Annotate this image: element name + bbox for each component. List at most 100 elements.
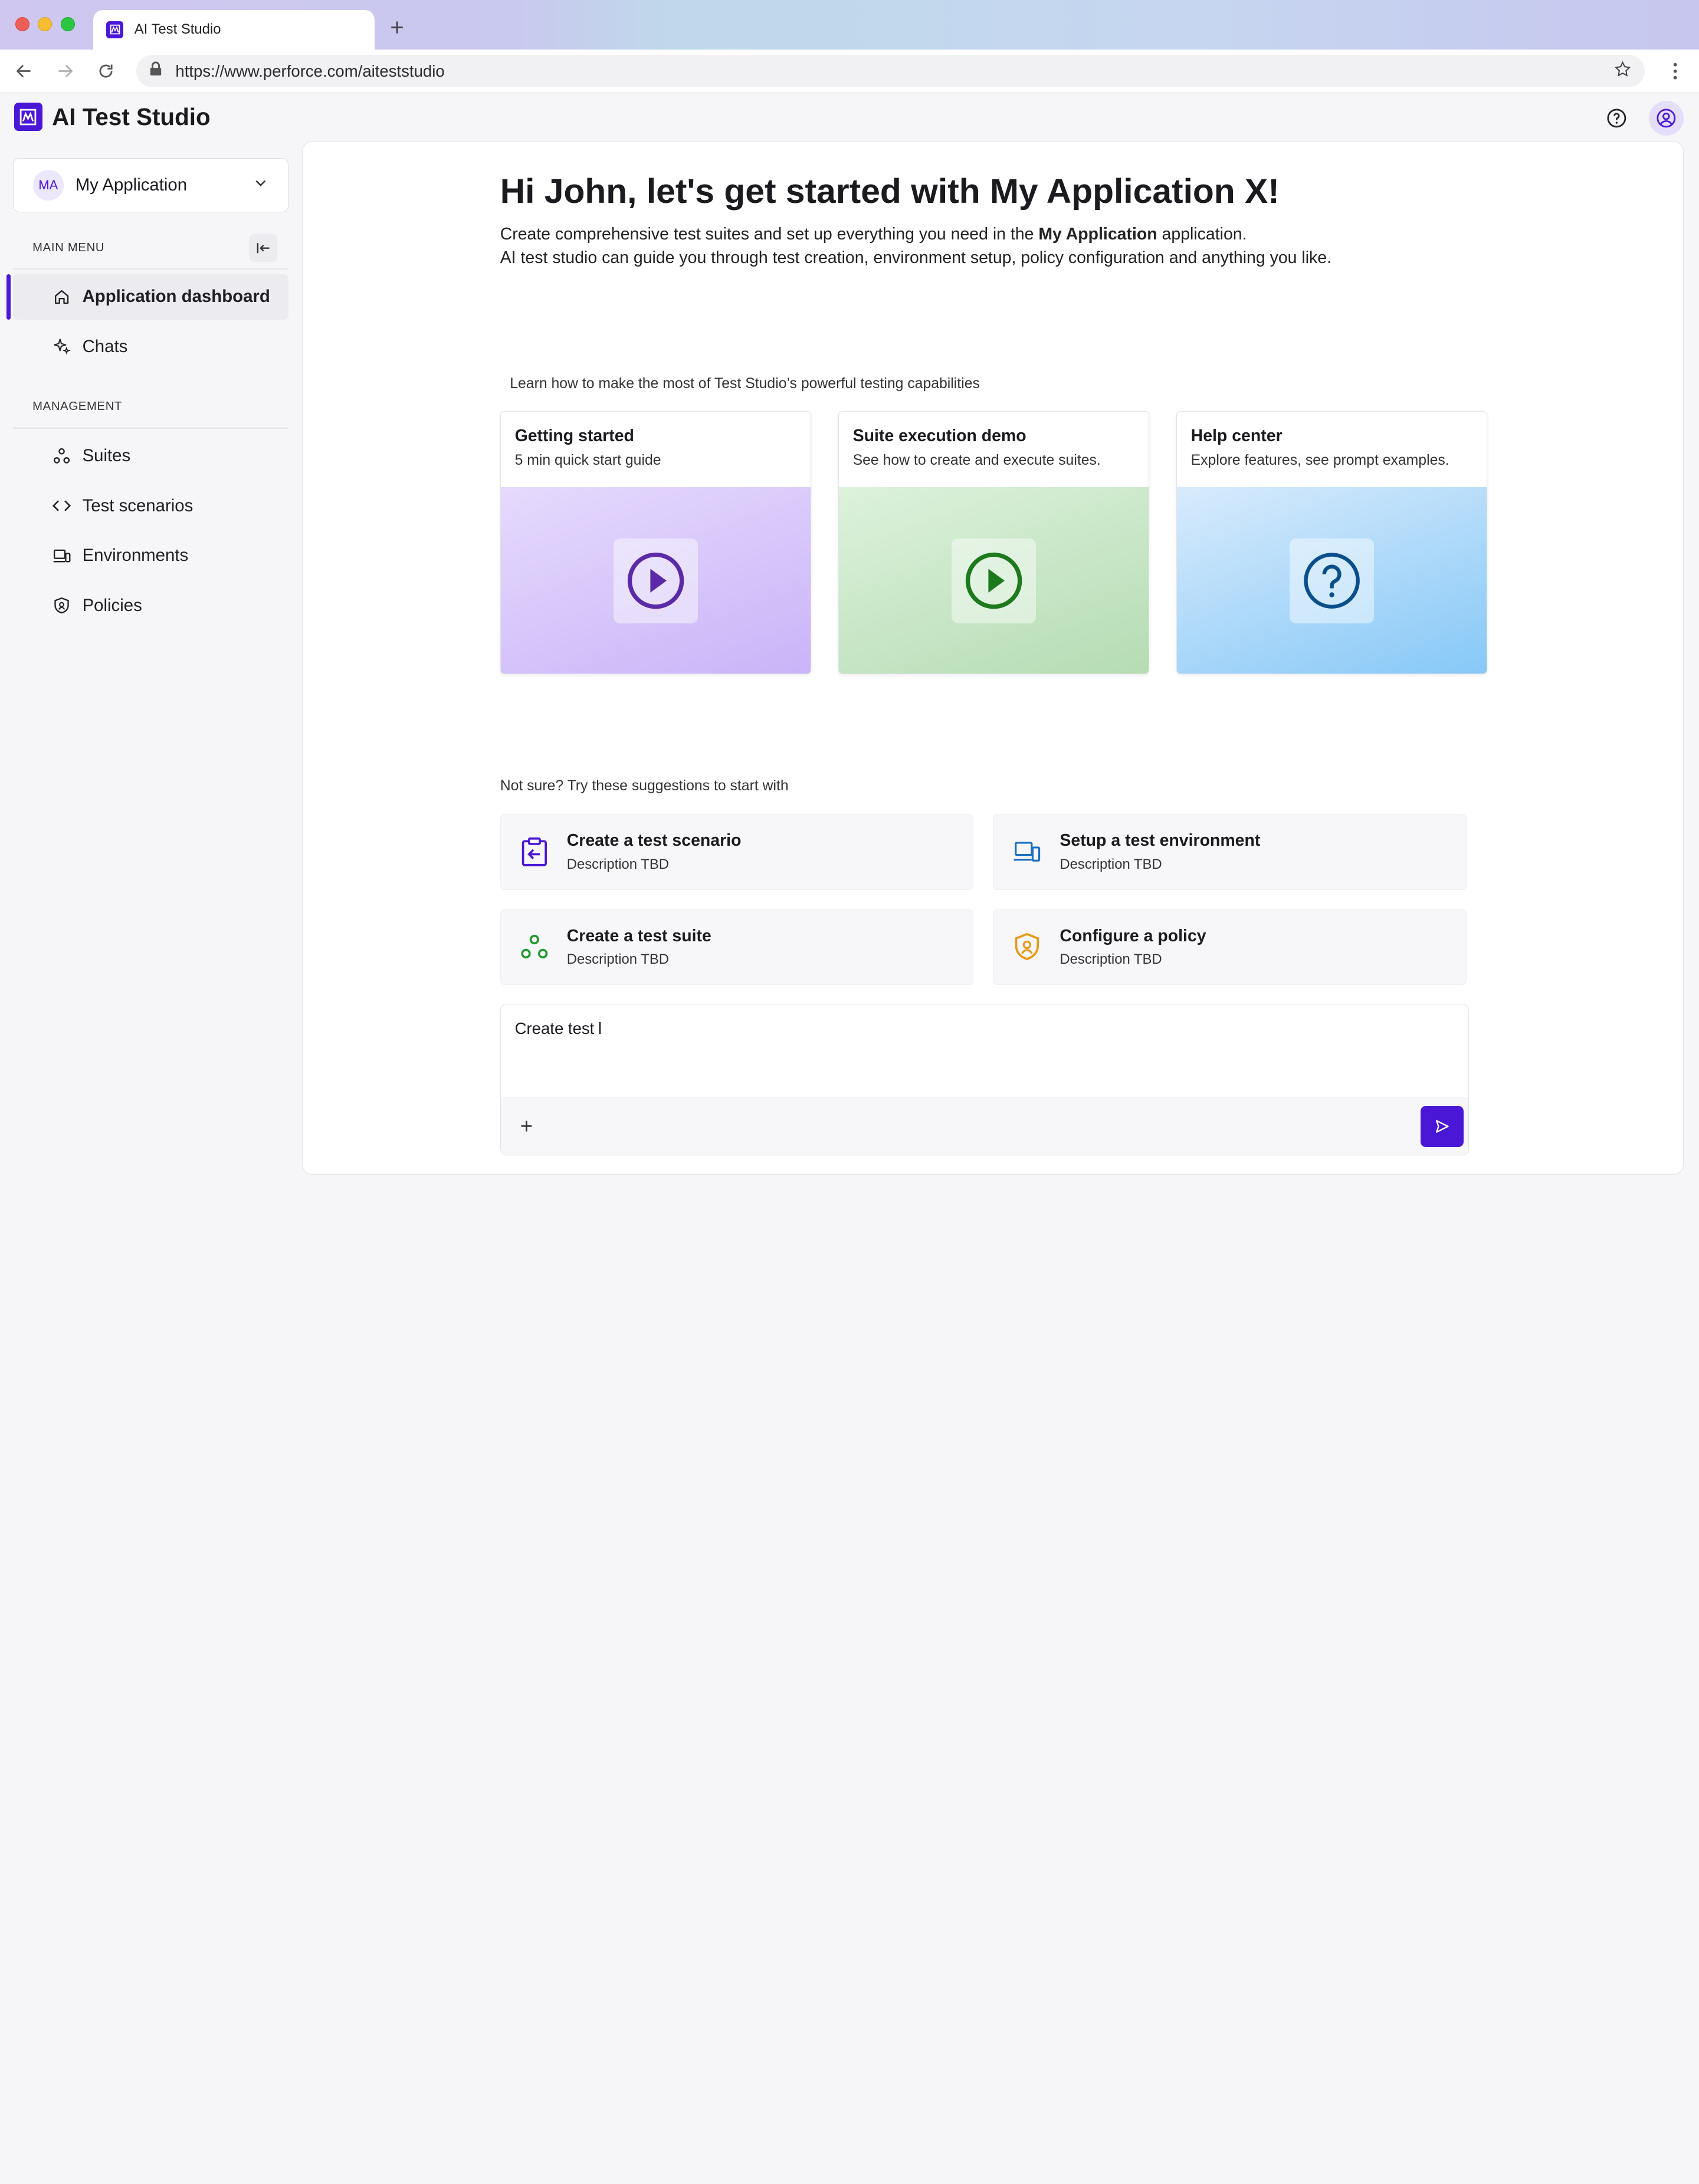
header-actions xyxy=(1599,100,1684,136)
suggestion-create-test-suite[interactable]: Create a test suite Description TBD xyxy=(500,909,974,986)
send-button[interactable] xyxy=(1420,1106,1464,1148)
forward-arrow-icon[interactable] xyxy=(54,60,76,82)
suggestions-caption: Not sure? Try these suggestions to start… xyxy=(500,778,789,794)
main-menu-section: MAIN MENU xyxy=(32,234,278,262)
play-icon[interactable] xyxy=(951,538,1036,623)
suggestion-text: Setup a test environment Description TBD xyxy=(1060,831,1260,872)
card-header: Suite execution demo See how to create a… xyxy=(839,412,1149,488)
suggestion-description: Description TBD xyxy=(1060,856,1162,872)
bookmark-star-icon[interactable] xyxy=(1613,60,1632,83)
code-icon xyxy=(52,496,71,515)
shield-icon xyxy=(52,596,71,615)
browser-menu-icon[interactable] xyxy=(1664,60,1686,82)
management-heading: MANAGEMENT xyxy=(32,399,123,413)
suggestion-title: Configure a policy xyxy=(1060,927,1206,946)
play-icon[interactable] xyxy=(613,538,698,623)
intro-line2: AI test studio can guide you through tes… xyxy=(500,248,1331,267)
sidebar-item-test-scenarios[interactable]: Test scenarios xyxy=(13,483,288,528)
card-thumbnail xyxy=(838,487,1149,674)
suggestion-title: Setup a test environment xyxy=(1060,831,1261,850)
sidebar-item-label: Test scenarios xyxy=(82,495,193,515)
chat-input[interactable]: Create test I xyxy=(500,1004,1468,1099)
sidebar: MA My Application MAIN MENU Application … xyxy=(0,141,301,1189)
suites-icon xyxy=(520,931,549,964)
maximize-window-button[interactable] xyxy=(60,17,75,32)
main-menu-heading: MAIN MENU xyxy=(32,241,105,255)
app-header: AI Test Studio xyxy=(0,93,1699,141)
new-tab-button[interactable]: + xyxy=(390,15,404,39)
card-suite-execution-demo[interactable]: Suite execution demo See how to create a… xyxy=(838,410,1149,674)
card-thumbnail xyxy=(500,487,811,674)
devices-icon xyxy=(1013,836,1041,868)
card-header: Help center Explore features, see prompt… xyxy=(1177,412,1487,488)
url-text: https://www.perforce.com/aiteststudio xyxy=(175,61,445,80)
help-icon[interactable] xyxy=(1599,101,1634,136)
suggestions-grid: Create a test scenario Description TBD S… xyxy=(500,814,1488,986)
chat-input-value: Create test xyxy=(514,1019,595,1038)
application-avatar: MA xyxy=(33,170,64,201)
card-help-center[interactable]: Help center Explore features, see prompt… xyxy=(1176,410,1487,674)
page-title: Hi John, let's get started with My Appli… xyxy=(500,172,1280,211)
card-subtitle: Explore features, see prompt examples. xyxy=(1190,452,1449,469)
main-panel: Hi John, let's get started with My Appli… xyxy=(302,140,1684,1175)
card-title: Getting started xyxy=(514,426,634,446)
window-controls xyxy=(15,17,75,32)
minimize-window-button[interactable] xyxy=(38,17,53,32)
suggestion-text: Create a test suite Description TBD xyxy=(567,927,711,968)
close-window-button[interactable] xyxy=(15,17,29,32)
sidebar-item-label: Environments xyxy=(82,546,189,566)
question-icon[interactable] xyxy=(1289,538,1374,623)
browser-window: AI Test Studio + https://www.perforce.co… xyxy=(0,0,1699,1189)
shield-icon xyxy=(1013,931,1041,964)
sidebar-item-label: Suites xyxy=(82,446,131,466)
learning-cards: Getting started 5 min quick start guide … xyxy=(500,410,1488,674)
attach-button[interactable]: + xyxy=(520,1114,542,1139)
card-title: Suite execution demo xyxy=(852,426,1026,446)
intro-text: Create comprehensive test suites and set… xyxy=(500,222,1488,270)
browser-tab-bar: AI Test Studio + xyxy=(0,0,1699,50)
sidebar-item-application-dashboard[interactable]: Application dashboard xyxy=(6,274,288,320)
suggestion-text: Configure a policy Description TBD xyxy=(1060,927,1206,968)
sidebar-item-chats[interactable]: Chats xyxy=(13,324,288,369)
reload-icon[interactable] xyxy=(96,60,117,82)
chat-composer: Create test I + xyxy=(500,1003,1469,1155)
intro-app-name: My Application xyxy=(1038,224,1157,244)
sparkle-icon xyxy=(52,337,71,356)
card-subtitle: 5 min quick start guide xyxy=(514,452,661,469)
composer-toolbar: + xyxy=(500,1098,1468,1155)
sidebar-item-environments[interactable]: Environments xyxy=(13,533,288,579)
suites-icon xyxy=(52,446,71,466)
home-icon xyxy=(52,287,71,307)
app-title: AI Test Studio xyxy=(52,103,211,130)
intro-line1-pre: Create comprehensive test suites and set… xyxy=(500,224,1039,244)
card-header: Getting started 5 min quick start guide xyxy=(501,412,811,488)
sidebar-item-label: Application dashboard xyxy=(82,287,270,307)
suggestion-title: Create a test scenario xyxy=(566,831,742,850)
application-selector-label: My Application xyxy=(75,175,188,195)
suggestion-create-test-scenario[interactable]: Create a test scenario Description TBD xyxy=(500,814,974,890)
text-cursor-icon: I xyxy=(597,1019,602,1039)
dashboard-content: Hi John, let's get started with My Appli… xyxy=(500,142,1488,1155)
sidebar-item-label: Chats xyxy=(82,336,128,356)
intro-line1-post: application. xyxy=(1157,224,1247,244)
suggestion-configure-policy[interactable]: Configure a policy Description TBD xyxy=(993,909,1467,986)
address-bar[interactable]: https://www.perforce.com/aiteststudio xyxy=(136,55,1645,88)
back-arrow-icon[interactable] xyxy=(13,60,35,82)
suggestion-title: Create a test suite xyxy=(566,927,711,946)
suggestion-setup-test-environment[interactable]: Setup a test environment Description TBD xyxy=(993,814,1467,890)
devices-icon xyxy=(52,546,71,566)
send-icon xyxy=(1435,1120,1449,1133)
sidebar-item-label: Policies xyxy=(82,595,142,615)
suggestion-text: Create a test scenario Description TBD xyxy=(567,831,742,872)
card-getting-started[interactable]: Getting started 5 min quick start guide xyxy=(500,410,811,674)
app-logo-icon xyxy=(14,103,42,132)
browser-tab[interactable]: AI Test Studio xyxy=(93,9,375,50)
card-title: Help center xyxy=(1190,426,1283,446)
user-avatar-icon[interactable] xyxy=(1649,100,1684,136)
sidebar-item-suites[interactable]: Suites xyxy=(13,433,288,479)
sidebar-item-policies[interactable]: Policies xyxy=(13,583,288,628)
suggestion-description: Description TBD xyxy=(566,951,669,968)
collapse-sidebar-icon[interactable] xyxy=(249,234,278,262)
divider xyxy=(13,428,288,429)
application-selector[interactable]: MA My Application xyxy=(13,158,288,212)
